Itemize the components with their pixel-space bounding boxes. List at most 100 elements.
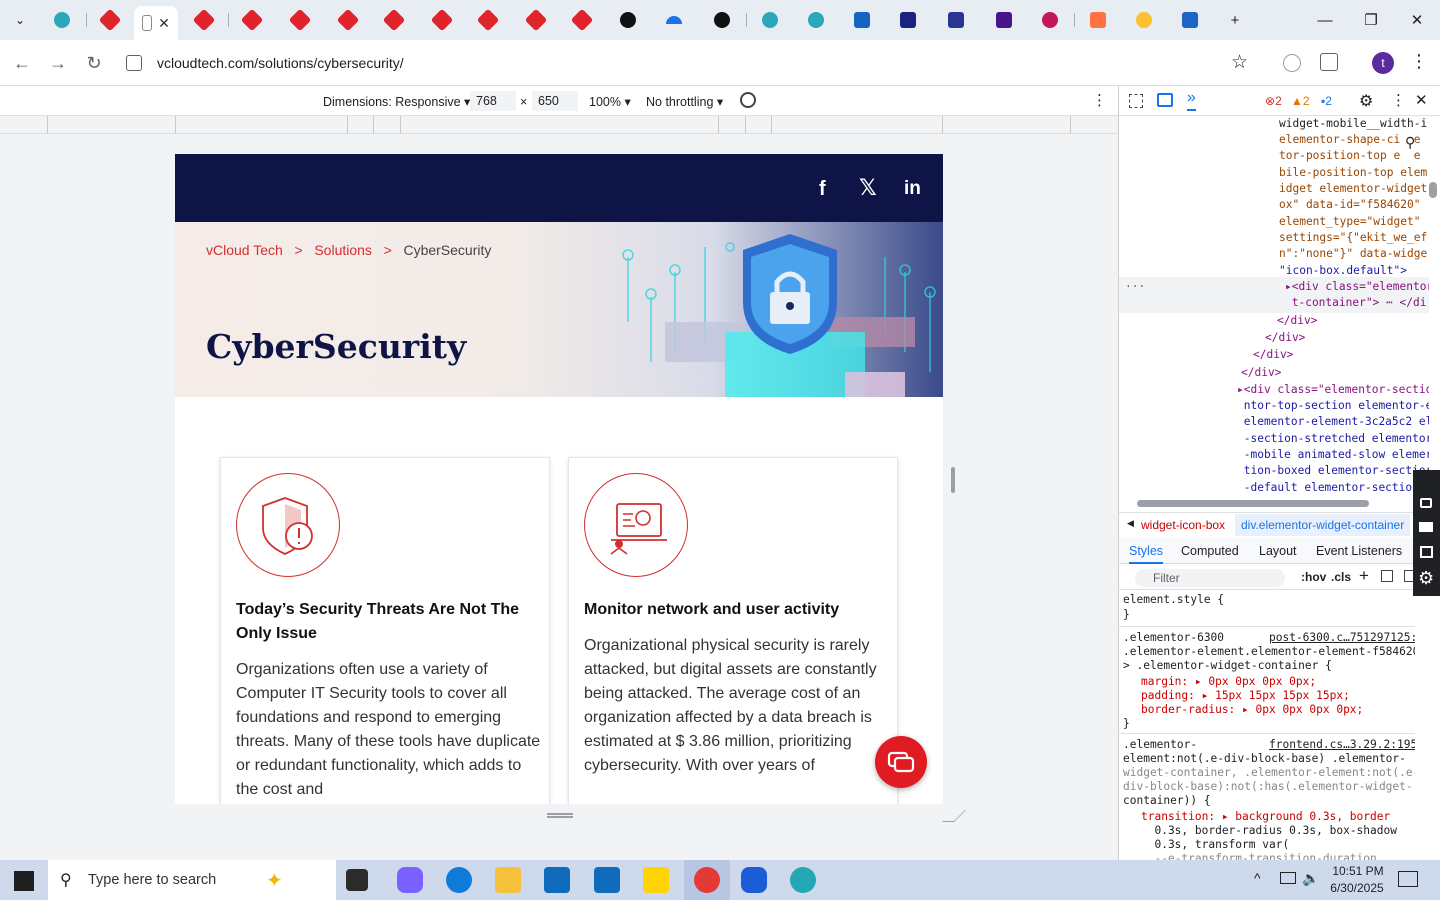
reload-button[interactable]: ↻ — [79, 48, 109, 78]
device-toggle-icon[interactable] — [1157, 93, 1173, 107]
back-button[interactable]: ← — [7, 48, 37, 78]
browser-tab[interactable] — [1122, 6, 1166, 34]
settings-gear-icon[interactable]: ⚙ — [1418, 568, 1434, 589]
browser-tab[interactable] — [326, 6, 370, 34]
vertical-scrollbar[interactable] — [1429, 182, 1437, 198]
minimize-button[interactable]: — — [1302, 0, 1348, 40]
tab-styles[interactable]: Styles — [1129, 544, 1164, 564]
horizontal-scrollbar[interactable] — [1137, 500, 1369, 507]
hov-toggle[interactable]: :hov — [1301, 570, 1326, 584]
dom-line[interactable]: ▸<div class="elementor — [1285, 279, 1429, 296]
volume-icon[interactable]: 🔈 — [1302, 870, 1319, 887]
video-icon[interactable] — [1419, 522, 1433, 532]
close-window-button[interactable]: ✕ — [1394, 0, 1440, 40]
windows-start-icon[interactable] — [14, 871, 34, 891]
close-icon[interactable]: ✕ — [158, 15, 170, 32]
warning-count[interactable]: ▲2 — [1291, 94, 1310, 108]
maximize-button[interactable]: ❐ — [1348, 0, 1394, 40]
dimensions-dropdown[interactable]: Dimensions: Responsive ▾ — [323, 94, 470, 109]
dom-line[interactable]: -section-stretched elementor — [1237, 431, 1429, 448]
browser-tab[interactable] — [840, 6, 884, 34]
bookmark-star-icon[interactable]: ☆ — [1231, 51, 1248, 74]
browser-tab[interactable] — [40, 6, 84, 34]
devtools-menu-icon[interactable]: ⋮ — [1391, 91, 1406, 109]
dom-line[interactable]: ox" data-id="f584620" — [1279, 197, 1420, 214]
scroll-left-icon[interactable]: ◀ — [1127, 518, 1134, 529]
browser-tab[interactable] — [1028, 6, 1072, 34]
browser-tab[interactable] — [420, 6, 464, 34]
resize-handle-right[interactable] — [951, 467, 955, 493]
styles-pane[interactable]: element.style { } .elementor-6300 post-6… — [1119, 590, 1415, 860]
store-icon[interactable] — [544, 867, 570, 893]
taskbar-search-box[interactable]: ⚲ Type here to search ✦ — [48, 860, 336, 900]
node-ellipsis[interactable]: ... — [1125, 276, 1145, 293]
browser-tab-active[interactable]: ✕ — [134, 6, 178, 40]
browser-tab[interactable] — [278, 6, 322, 34]
browser-tab[interactable] — [1076, 6, 1120, 34]
dom-line[interactable]: -default elementor-section- — [1237, 480, 1426, 496]
browser-tab[interactable] — [886, 6, 930, 34]
chrome-menu-icon[interactable]: ⋮ — [1410, 51, 1428, 72]
facebook-icon[interactable]: f — [819, 178, 826, 201]
dom-breadcrumb-selected[interactable]: div.elementor-widget-container — [1235, 514, 1411, 536]
dom-line[interactable]: elementor-element-3c2a5c2 el — [1237, 414, 1429, 431]
edge-icon[interactable] — [446, 867, 472, 893]
window-icon[interactable] — [1420, 546, 1433, 558]
browser-tab[interactable] — [230, 6, 274, 34]
extensions-icon[interactable] — [1320, 53, 1338, 71]
copilot-icon[interactable] — [397, 867, 423, 893]
cls-toggle[interactable]: .cls — [1331, 570, 1351, 584]
browser-tab[interactable] — [934, 6, 978, 34]
clock-date[interactable]: 6/30/2025 — [1327, 881, 1387, 895]
browser-tab[interactable] — [748, 6, 792, 34]
dom-line[interactable]: tor-position-top e e — [1279, 148, 1420, 165]
resize-handle-bottom[interactable] — [547, 813, 573, 818]
tab-event-listeners[interactable]: Event Listeners — [1316, 544, 1402, 558]
dom-line[interactable]: -mobile animated-slow elemer — [1237, 447, 1429, 464]
dom-line[interactable]: t-container"> ⋯ </di — [1285, 295, 1427, 312]
style-selector[interactable]: container)) { — [1123, 793, 1211, 810]
dom-breadcrumb-item[interactable]: widget-icon-box — [1141, 518, 1225, 532]
rotate-icon[interactable] — [740, 92, 756, 108]
error-count[interactable]: ⊗2 — [1265, 94, 1282, 108]
media-query-ruler[interactable] — [0, 116, 1118, 134]
site-settings-icon[interactable] — [126, 55, 142, 71]
dom-line[interactable]: tion-boxed elementor-sectior — [1237, 463, 1429, 480]
elements-tree[interactable]: widget-mobile__width-i elementor-shape-c… — [1119, 116, 1429, 496]
browser-tab[interactable] — [700, 6, 744, 34]
taskbar-search-placeholder[interactable]: Type here to search — [88, 872, 216, 888]
new-tab-button[interactable]: + — [1212, 0, 1258, 40]
task-view-icon[interactable] — [346, 869, 368, 891]
style-rule-line[interactable]: element.style { — [1123, 592, 1224, 609]
dom-line[interactable]: settings="{"ekit_we_ef — [1279, 230, 1427, 247]
dom-line[interactable]: element_type="widget" — [1279, 214, 1420, 231]
breadcrumb-home-link[interactable]: vCloud Tech — [206, 242, 283, 258]
breadcrumb-solutions-link[interactable]: Solutions — [314, 242, 372, 258]
dom-line[interactable]: </div> — [1241, 365, 1281, 382]
dom-line[interactable]: idget elementor-widget — [1279, 181, 1427, 198]
browser-tab[interactable] — [560, 6, 604, 34]
browser-tab[interactable] — [514, 6, 558, 34]
zoom-dropdown[interactable]: 100% ▾ — [589, 94, 631, 109]
forward-button[interactable]: → — [43, 48, 73, 78]
dom-line[interactable]: bile-position-top elem — [1279, 165, 1427, 182]
style-declaration-cont[interactable]: --e-transform-transition-duration, — [1141, 851, 1383, 860]
info-count[interactable]: ▪2 — [1321, 94, 1332, 108]
dom-line[interactable]: ▸<div class="elementor-sectio — [1237, 382, 1429, 399]
omnibox[interactable]: vcloudtech.com/solutions/cybersecurity/ … — [116, 45, 1266, 81]
more-tabs-icon[interactable]: » — [1187, 89, 1196, 111]
clock-time[interactable]: 10:51 PM — [1330, 864, 1386, 878]
x-twitter-icon[interactable]: 𝕏 — [859, 175, 877, 201]
dom-line[interactable]: widget-mobile__width-i — [1279, 116, 1427, 133]
settings-gear-icon[interactable]: ⚙ — [1359, 91, 1373, 111]
resize-handle-corner[interactable] — [942, 810, 966, 822]
tab-search-button[interactable]: ⌄ — [2, 6, 38, 34]
browser-tab[interactable] — [794, 6, 838, 34]
app-hexagon-icon[interactable] — [790, 867, 816, 893]
tab-layout[interactable]: Layout — [1259, 544, 1297, 558]
sticky-notes-icon[interactable] — [643, 867, 669, 893]
inspect-element-icon[interactable] — [1129, 94, 1143, 108]
dom-line[interactable]: </div> — [1253, 347, 1293, 364]
new-rule-icon[interactable]: + — [1359, 566, 1369, 586]
dom-line[interactable]: n":"none"}" data-widge — [1279, 246, 1427, 263]
